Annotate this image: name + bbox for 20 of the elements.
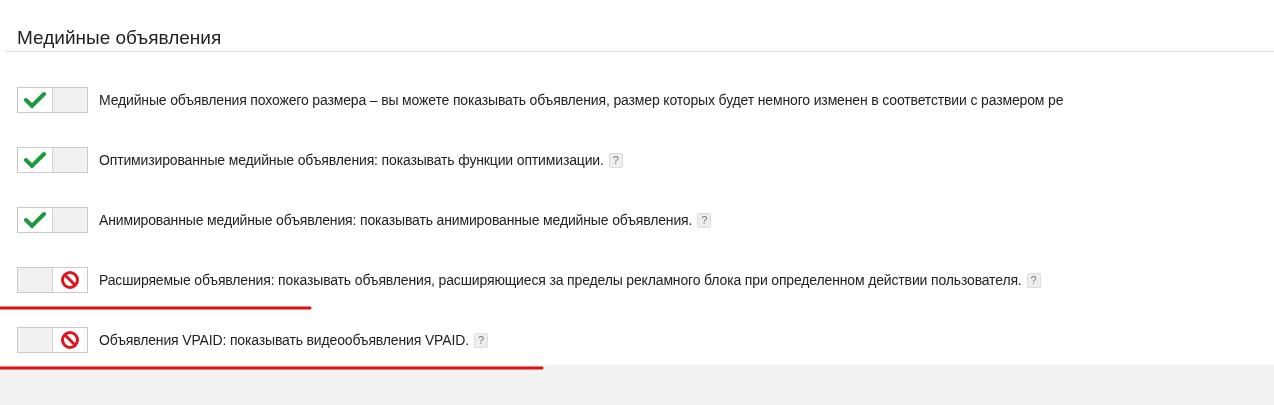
check-icon [24,151,46,169]
check-icon [24,91,46,109]
toggle-switch[interactable] [17,87,88,113]
option-label: Анимированные медийные объявления: показывать анимированные медийные объявления. [99,212,693,228]
option-label: Расширяемые объявления: показывать объявления, расширяющиеся за пределы рекламного блока при определенном действии пользователя. [99,272,1022,288]
toggle-switch[interactable] [17,147,88,173]
option-label: Объявления VPAID: показывать видеообъявления VPAID. [99,332,469,348]
help-badge[interactable]: ? [1026,272,1041,288]
toggle-switch[interactable] [17,267,88,293]
no-entry-icon [60,270,80,290]
toggle-switch[interactable] [17,327,88,353]
help-badge[interactable]: ? [697,212,712,228]
help-badge[interactable]: ? [608,152,623,168]
section-title: Медийные объявления [16,26,223,50]
no-entry-icon [60,330,80,350]
check-icon [24,211,46,229]
option-label: Медийные объявления похожего размера – вы можете показывать объявления, размер которых будет немного изменен в соответствии с размером ре [99,92,1064,108]
toggle-switch[interactable] [17,207,88,233]
help-badge[interactable]: ? [473,332,488,348]
option-label: Оптимизированные медийные объявления: показывать функции оптимизации. [99,152,604,168]
